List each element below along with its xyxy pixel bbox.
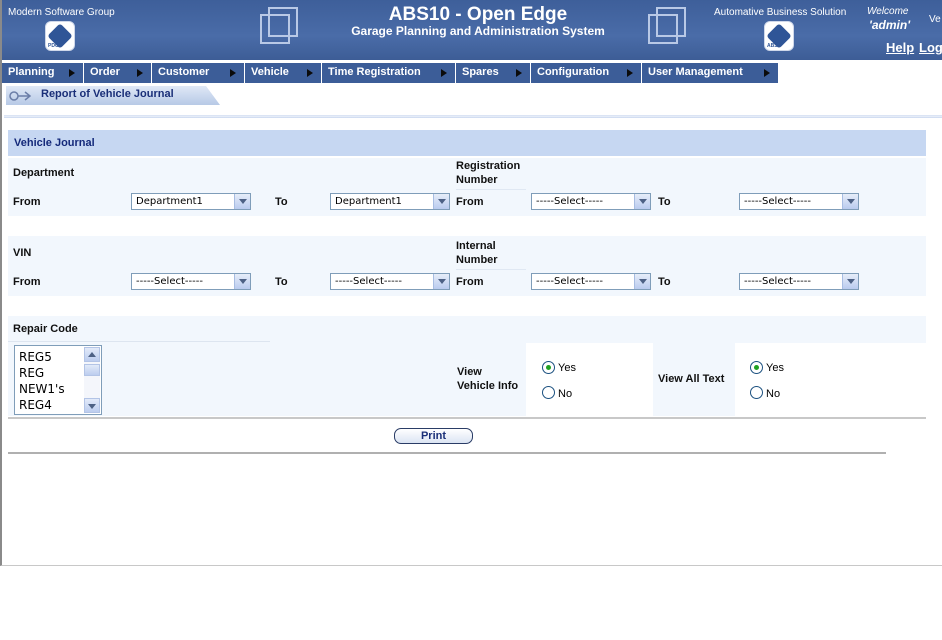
department-from-select[interactable]: Department1 (131, 193, 251, 210)
department-to-label: To (275, 196, 288, 208)
view-all-text-label: View All Text (658, 373, 725, 385)
list-item[interactable]: REG4 (19, 397, 65, 413)
abs-logo-icon: ABS (764, 21, 794, 51)
view-vehicle-info-yes-radio[interactable] (542, 361, 555, 374)
panel-divider (8, 417, 926, 419)
internal-from-label: From (456, 276, 484, 288)
breadcrumb-divider (4, 115, 942, 118)
view-vehicle-info-label-line2: Vehicle Info (457, 380, 519, 392)
view-all-text-no-label: No (766, 388, 781, 400)
arrow-right-icon (230, 69, 236, 77)
registration-label-line1: Registration (456, 160, 521, 172)
chevron-down-icon (433, 274, 449, 289)
registration-to-select[interactable]: -----Select----- (739, 193, 859, 210)
main-menu: Planning Order Customer Vehicle Time Reg… (2, 63, 779, 83)
scroll-up-icon[interactable] (84, 347, 100, 362)
app-title: ABS10 - Open Edge (388, 4, 568, 25)
list-item[interactable]: REG5 (19, 349, 65, 365)
listbox-scrollbar[interactable] (84, 347, 100, 413)
arrow-right-icon (441, 69, 447, 77)
version-text: Ve (929, 14, 941, 25)
breadcrumb-title: Report of Vehicle Journal (41, 88, 174, 100)
chevron-down-icon (234, 194, 250, 209)
internal-label-line1: Internal (456, 240, 496, 252)
menu-vehicle[interactable]: Vehicle (245, 63, 322, 83)
view-all-text-yes-label: Yes (766, 362, 784, 374)
menu-customer[interactable]: Customer (152, 63, 245, 83)
view-vehicle-info-no-label: No (558, 388, 573, 400)
menu-configuration[interactable]: Configuration (531, 63, 642, 83)
abs-tagline: Automative Business Solution (714, 7, 847, 18)
app-header: Modern Software Group PDC ABS10 - Open E… (2, 0, 942, 60)
menu-spares[interactable]: Spares (456, 63, 531, 83)
internal-from-select[interactable]: -----Select----- (531, 273, 651, 290)
breadcrumb: Report of Vehicle Journal (6, 86, 220, 105)
chevron-down-icon (634, 274, 650, 289)
vin-from-label: From (13, 276, 41, 288)
vin-from-select[interactable]: -----Select----- (131, 273, 251, 290)
square-decoration-icon (656, 7, 686, 37)
chevron-down-icon (842, 274, 858, 289)
app-subtitle: Garage Planning and Administration Syste… (351, 24, 605, 38)
vin-to-label: To (275, 276, 288, 288)
list-item[interactable]: NEW1's (19, 381, 65, 397)
panel-bottom-border (8, 452, 886, 454)
internal-to-label: To (658, 276, 671, 288)
username: 'admin' (869, 18, 911, 32)
arrow-right-icon (69, 69, 75, 77)
welcome-text: Welcome (867, 6, 909, 17)
print-button[interactable]: Print (394, 428, 473, 444)
internal-to-select[interactable]: -----Select----- (739, 273, 859, 290)
logout-link[interactable]: Log (919, 40, 942, 55)
vehicle-journal-panel: Vehicle Journal Department Registration … (8, 128, 926, 454)
panel-title: Vehicle Journal (8, 130, 926, 156)
view-all-text-no-radio[interactable] (750, 386, 763, 399)
menu-time-registration[interactable]: Time Registration (322, 63, 456, 83)
help-link[interactable]: Help (886, 40, 914, 55)
company-name: Modern Software Group (8, 7, 115, 18)
registration-from-label: From (456, 196, 484, 208)
repair-code-listbox[interactable]: REG5 REG NEW1's REG4 (14, 345, 102, 415)
view-vehicle-info-no-radio[interactable] (542, 386, 555, 399)
chevron-down-icon (234, 274, 250, 289)
repair-code-label: Repair Code (13, 323, 78, 335)
vin-label: VIN (13, 247, 32, 259)
msg-logo-icon: PDC (45, 21, 75, 51)
view-vehicle-info-label-line1: View (457, 366, 482, 378)
arrow-right-icon (627, 69, 633, 77)
arrow-right-icon (764, 69, 770, 77)
registration-from-select[interactable]: -----Select----- (531, 193, 651, 210)
menu-user-management[interactable]: User Management (642, 63, 779, 83)
chevron-down-icon (842, 194, 858, 209)
list-item[interactable]: REG (19, 365, 65, 381)
arrow-right-icon (307, 69, 313, 77)
internal-label-line2: Number (456, 254, 498, 266)
square-decoration-icon (268, 7, 298, 37)
view-vehicle-info-yes-label: Yes (558, 362, 576, 374)
scroll-down-icon[interactable] (84, 398, 100, 413)
view-all-text-yes-radio[interactable] (750, 361, 763, 374)
chevron-down-icon (433, 194, 449, 209)
registration-label-line2: Number (456, 174, 498, 186)
arrow-right-icon (516, 69, 522, 77)
department-from-label: From (13, 196, 41, 208)
menu-planning[interactable]: Planning (2, 63, 84, 83)
key-arrow-icon (9, 91, 32, 101)
vin-to-select[interactable]: -----Select----- (330, 273, 450, 290)
arrow-right-icon (137, 69, 143, 77)
department-label: Department (13, 167, 75, 179)
department-to-select[interactable]: Department1 (330, 193, 450, 210)
registration-to-label: To (658, 196, 671, 208)
scroll-thumb[interactable] (84, 364, 100, 376)
menu-order[interactable]: Order (84, 63, 152, 83)
chevron-down-icon (634, 194, 650, 209)
